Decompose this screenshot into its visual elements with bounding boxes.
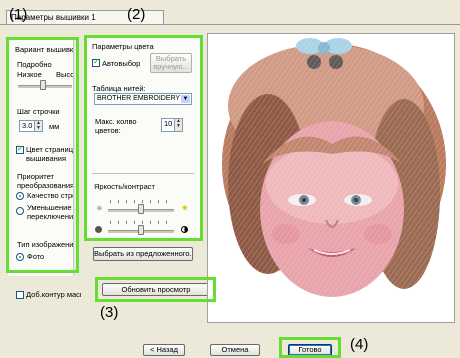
tab-divider [0,24,460,25]
auto-select-checkbox[interactable] [92,57,100,67]
color-params-title: Параметры цвета [92,42,154,51]
outline-label: Доб.контур маски [26,290,81,299]
annotation-1: (1) [9,6,28,23]
left-panel-scrollbar[interactable] [73,40,80,276]
max-colors-label-2: цветов: [95,126,121,135]
chevron-down-icon[interactable]: ▼ [181,95,190,103]
variant-label: Вариант вышивки [15,45,73,54]
select-manual-button[interactable]: Выбрать вручную... [150,53,192,73]
thread-table-value: BROTHER EMBROIDERY [97,95,181,102]
preview-area[interactable] [207,33,455,323]
photo-label: Фото [27,252,45,261]
color-page-label-2: вышивания [26,154,67,163]
max-colors-spin-icon[interactable]: ▲ ▼ [174,119,182,131]
brightness-label: Яркость/контраст [94,182,155,191]
detail-slider-thumb[interactable] [40,80,46,90]
cancel-button[interactable]: Отмена [210,344,260,356]
contrast-low-icon [95,226,102,233]
priority-label-1: Приоритет [17,172,54,181]
max-colors-value: 10 [164,119,173,128]
annotation-4: (4) [350,336,369,353]
brightness-slider-thumb[interactable] [138,204,144,214]
reduce-label-1: Уменьшение [27,203,72,212]
embroidery-preview-image [208,34,454,322]
contrast-high-icon [181,226,188,233]
high-label: Высокое [56,70,74,79]
annotation-3: (3) [100,304,119,321]
max-colors-label-1: Макс. колво [95,117,137,126]
stitch-step-spin-icon[interactable]: ▲ ▼ [34,121,42,131]
refresh-preview-button[interactable]: Обновить просмотр [102,283,210,296]
done-button[interactable]: Готово [288,344,332,356]
choose-suggested-button[interactable]: Выбрать из предложенного... [93,247,193,261]
detail-label: Подробно [17,60,52,69]
color-page-checkbox[interactable] [16,144,24,154]
panel-divider [92,173,194,174]
stitch-step-unit: мм [49,122,60,131]
max-colors-input[interactable]: 10 ▲ ▼ [161,118,183,132]
contrast-ticks [110,221,172,224]
brightness-low-icon: ✳ [96,204,103,213]
stitch-step-input[interactable]: 3.0 ▲ ▼ [19,120,43,132]
brightness-ticks [110,200,172,203]
embroidery-dialog: Параметры вышивки 1 Вариант вышивки Подр… [0,0,460,358]
annotation-2: (2) [127,6,146,23]
contrast-slider-thumb[interactable] [138,225,144,235]
low-label: Низкое [17,70,42,79]
quality-label: Качество строчки [27,191,75,200]
reduce-label-2: переключений [27,212,75,221]
back-button[interactable]: < Назад [143,344,185,356]
thread-table-select[interactable]: BROTHER EMBROIDERY ▼ [94,93,192,105]
brightness-high-icon: ✷ [181,203,189,213]
reduce-radio[interactable] [16,207,24,215]
stitch-step-value: 3.0 [22,121,33,130]
photo-radio[interactable] [16,253,24,261]
thread-table-label: Таблица нитей: [92,84,146,93]
priority-label-2: преобразования [17,181,74,190]
quality-radio[interactable] [16,192,24,200]
color-page-label-1: Цвет страницы [26,145,74,154]
stitch-step-label: Шаг строчки [17,107,60,116]
outline-checkbox[interactable] [16,291,24,299]
image-type-label: Тип изображения [17,240,75,249]
auto-select-label: Автовыбор [102,59,141,68]
